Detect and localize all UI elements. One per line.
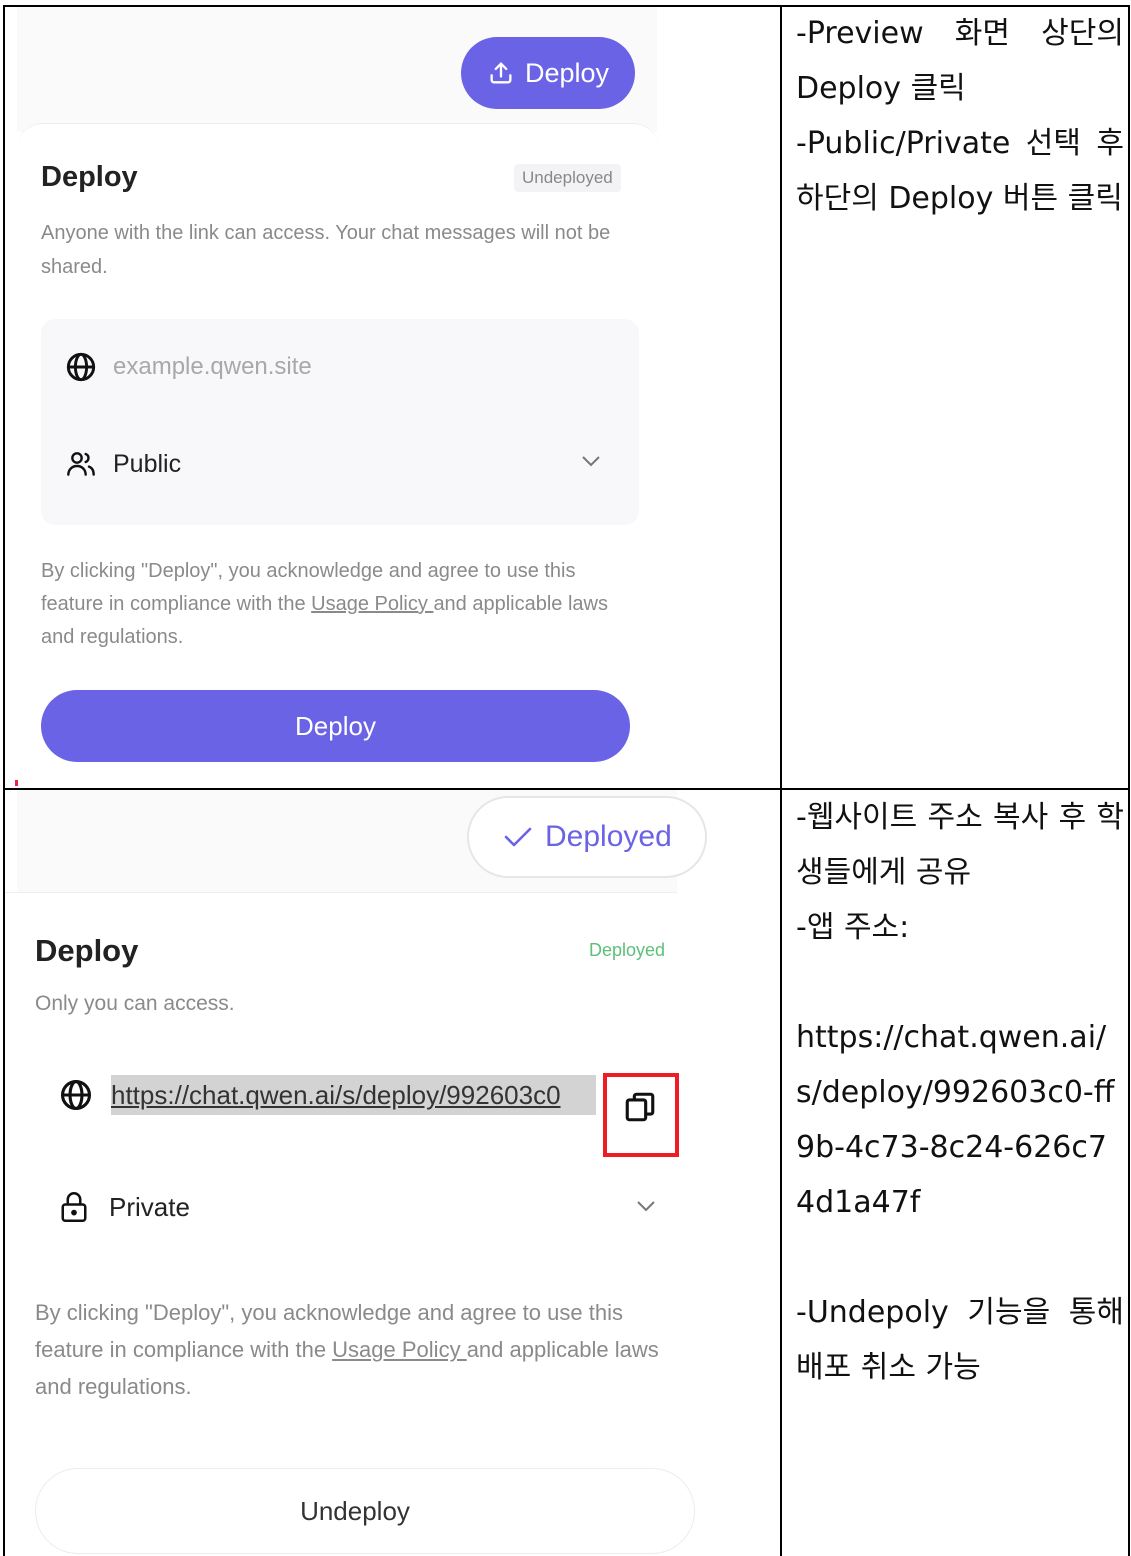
- status-badge: Deployed: [589, 940, 666, 960]
- globe-icon: [60, 1079, 92, 1111]
- table-border-center: [780, 6, 782, 1556]
- lock-icon: [61, 1192, 87, 1222]
- deploy-panel-undeployed: Deploy Deploy Undeployed Anyone with the…: [5, 7, 780, 788]
- header-deployed-button[interactable]: Deployed: [467, 796, 707, 878]
- table-border-right: [1128, 6, 1130, 1556]
- globe-icon: [66, 352, 96, 382]
- deploy-description: Anyone with the link can access. Your ch…: [41, 222, 611, 278]
- app-url-text: https://chat.qwen.ai/s/deploy/992603c0-f…: [796, 1020, 1115, 1220]
- instruction-note-1: -Preview 화면 상단의 Deploy 클릭 -Public/Privat…: [796, 6, 1124, 226]
- instruction-note-2: -웹사이트 주소 복사 후 학생들에게 공유 -앱 주소: https://ch…: [796, 790, 1124, 1395]
- header-deploy-button[interactable]: Deploy: [461, 37, 635, 109]
- deployed-url-link[interactable]: https://chat.qwen.ai/s/deploy/992603c0: [111, 1075, 596, 1115]
- visibility-select[interactable]: Public: [65, 448, 181, 480]
- upload-icon: [490, 62, 512, 84]
- deploy-title: Deploy: [35, 933, 139, 968]
- deploy-panel-deployed: Deployed Deploy Deployed Only you can ac…: [5, 790, 780, 1556]
- visibility-value: Public: [113, 449, 182, 478]
- undeploy-button[interactable]: Undeploy: [35, 1468, 695, 1554]
- note-line: -Preview 화면 상단의 Deploy 클릭: [796, 16, 1124, 106]
- copy-icon[interactable]: [623, 1090, 657, 1124]
- chevron-down-icon[interactable]: [635, 1199, 657, 1213]
- chevron-down-icon[interactable]: [580, 454, 602, 468]
- note-line: -웹사이트 주소 복사 후 학생들에게 공유: [796, 800, 1124, 890]
- visibility-value: Private: [109, 1191, 190, 1222]
- deployed-url-row: https://chat.qwen.ai/s/deploy/992603c0: [59, 1075, 596, 1115]
- deploy-button[interactable]: Deploy: [41, 690, 630, 762]
- legal-notice: By clicking "Deploy", you acknowledge an…: [35, 1294, 675, 1405]
- users-icon: [67, 452, 95, 476]
- note-line: -Undepoly 기능을 통해 배포 취소 가능: [796, 1295, 1124, 1385]
- url-input-placeholder: example.qwen.site: [113, 353, 312, 380]
- legal-notice: By clicking "Deploy", you acknowledge an…: [41, 555, 631, 654]
- visibility-select[interactable]: Private: [59, 1190, 190, 1224]
- note-line: -앱 주소:: [796, 910, 910, 945]
- header-deploy-label: Deploy: [524, 57, 610, 88]
- deploy-title: Deploy: [41, 161, 138, 193]
- usage-policy-link[interactable]: Usage Policy: [311, 593, 433, 615]
- check-icon: [504, 827, 532, 847]
- deploy-description: Only you can access.: [35, 992, 235, 1015]
- header-deployed-label: Deployed: [545, 820, 672, 853]
- red-mark: [15, 780, 18, 786]
- usage-policy-link[interactable]: Usage Policy: [332, 1337, 467, 1362]
- deploy-fields: [41, 319, 639, 525]
- status-badge: Undeployed: [514, 164, 621, 192]
- note-line: -Public/Private 선택 후 하단의 Deploy 버튼 클릭: [796, 126, 1124, 216]
- url-input-row[interactable]: example.qwen.site: [65, 351, 312, 383]
